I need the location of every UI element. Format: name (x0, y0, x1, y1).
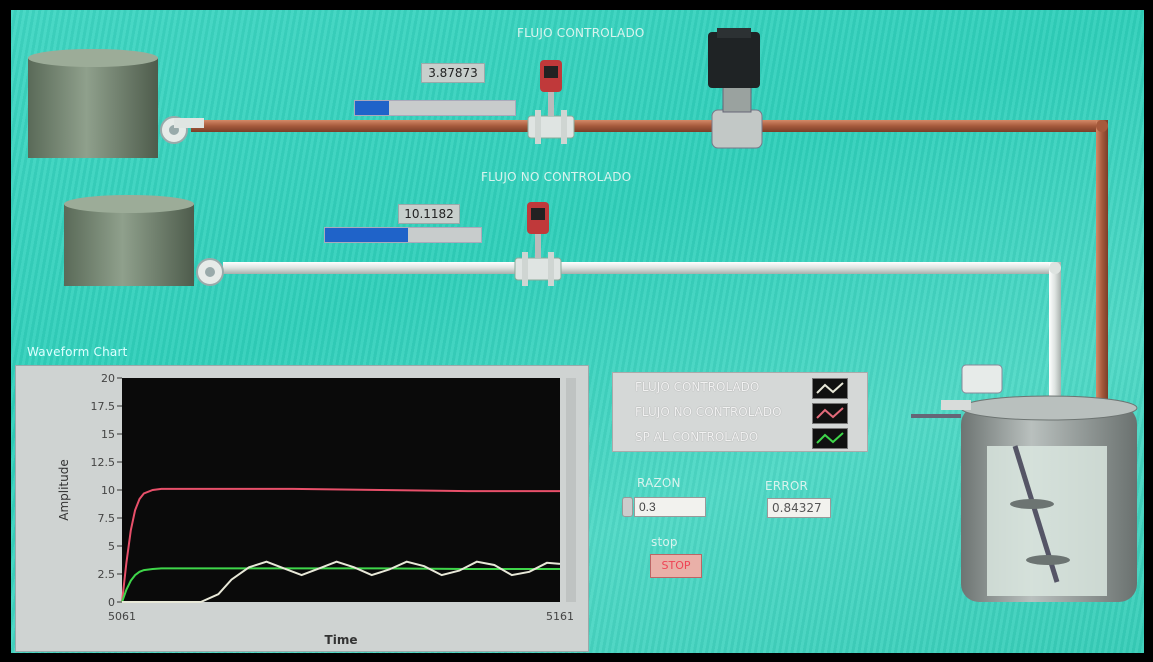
razon-input[interactable] (634, 497, 706, 517)
flow-meter-1 (527, 60, 575, 144)
y-tick-label: 10 (101, 484, 115, 497)
mixing-vessel (911, 364, 1138, 602)
flujo-controlado-bar (354, 100, 516, 116)
tank-2 (64, 195, 194, 286)
pump-2 (196, 258, 224, 286)
x-axis-label: Time (325, 633, 358, 647)
flujo-controlado-title: FLUJO CONTROLADO (517, 26, 645, 40)
flujo-no-controlado-indicator: 10.1182 (398, 204, 460, 224)
legend-label: SP AL CONTROLADO (635, 430, 759, 444)
y-tick-label: 17.5 (91, 400, 116, 413)
legend-item[interactable]: FLUJO CONTROLADO (613, 376, 867, 400)
error-label: ERROR (765, 479, 809, 493)
legend-item[interactable]: FLUJO NO CONTROLADO (613, 401, 867, 425)
y-tick-label: 0 (108, 596, 115, 609)
legend-label: FLUJO CONTROLADO (635, 380, 760, 394)
flujo-no-controlado-bar (324, 227, 482, 243)
razon-increment-decrement[interactable] (622, 497, 633, 517)
legend-swatch (812, 403, 848, 424)
waveform-chart: 0 2.5 5 7.5 10 12.5 15 17.5 20 5061 5161 Time Amplit… (15, 365, 589, 652)
legend-label: FLUJO NO CONTROLADO (635, 405, 782, 419)
y-tick-label: 20 (101, 372, 115, 385)
legend-item[interactable]: SP AL CONTROLADO (613, 426, 867, 450)
chart-title: Waveform Chart (27, 345, 128, 359)
razon-label: RAZON (637, 476, 681, 490)
x-tick-label: 5061 (108, 610, 136, 623)
screen-frame: FLUJO CONTROLADO FLUJO NO CONTROLADO 3.8… (0, 0, 1153, 662)
y-tick-label: 15 (101, 428, 115, 441)
flow-meter-2 (514, 202, 562, 286)
y-tick-label: 5 (108, 540, 115, 553)
chart-scrollbar[interactable] (566, 378, 576, 602)
plot-legend[interactable]: FLUJO CONTROLADO FLUJO NO CONTROLADO SP … (612, 372, 868, 452)
flujo-controlado-indicator: 3.87873 (421, 63, 485, 83)
flujo-no-controlado-title: FLUJO NO CONTROLADO (481, 170, 632, 184)
legend-swatch (812, 428, 848, 449)
x-tick-label: 5161 (546, 610, 574, 623)
y-tick-label: 12.5 (91, 456, 116, 469)
control-valve (708, 28, 763, 149)
error-indicator: 0.84327 (767, 498, 831, 518)
stop-button[interactable]: STOP (650, 554, 702, 578)
legend-swatch (812, 378, 848, 399)
tank-1 (28, 49, 158, 158)
flujo-no-controlado-bar-fill (325, 228, 408, 242)
chart-plot: 0 2.5 5 7.5 10 12.5 15 17.5 20 5061 5161 Time Amplit… (57, 372, 576, 647)
y-tick-label: 7.5 (98, 512, 116, 525)
y-axis-label: Amplitude (57, 459, 71, 521)
flujo-controlado-bar-fill (355, 101, 389, 115)
y-tick-label: 2.5 (98, 568, 116, 581)
front-panel: FLUJO CONTROLADO FLUJO NO CONTROLADO 3.8… (11, 10, 1144, 653)
stop-label: stop (651, 535, 678, 549)
